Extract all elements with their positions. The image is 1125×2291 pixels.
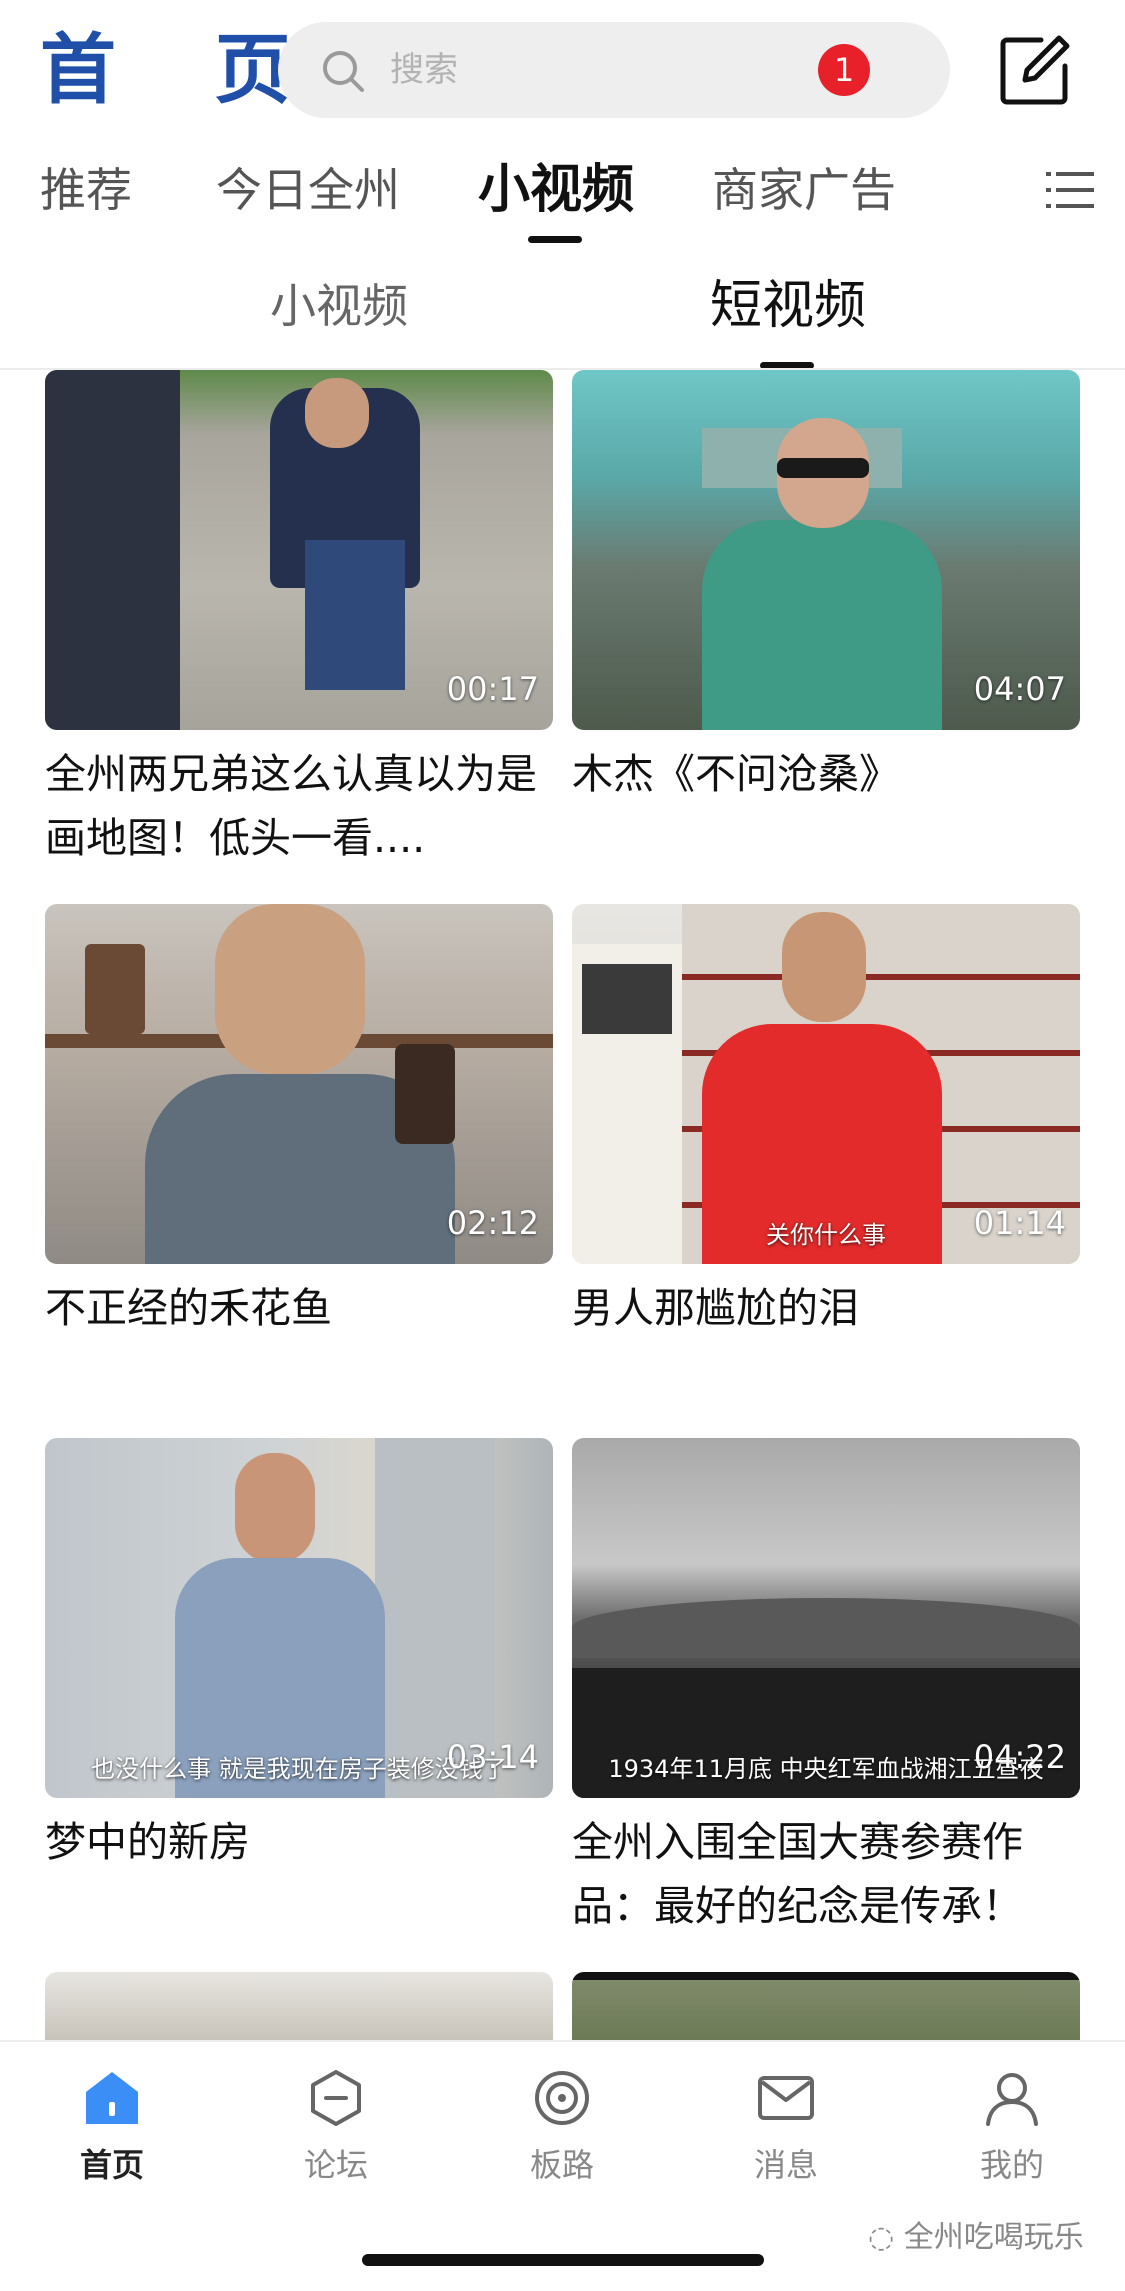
edit-icon[interactable]: [997, 32, 1073, 108]
nav-profile[interactable]: 我的: [942, 2068, 1082, 2186]
nav-home[interactable]: 首页: [42, 2068, 182, 2186]
nav-label: 首页: [79, 2146, 144, 2184]
nav-messages[interactable]: 消息: [716, 2068, 856, 2186]
video-card[interactable]: 1934年11月底 中央红军血战湘江五昼夜 04:22 全州入围全国大赛参赛作品…: [572, 1438, 1080, 1938]
subtab-short-video[interactable]: 短视频: [710, 268, 866, 344]
profile-icon: [986, 2073, 1038, 2126]
nav-label: 我的: [979, 2146, 1044, 2184]
wechat-icon: ◌: [868, 2220, 904, 2255]
home-icon: [86, 2072, 138, 2124]
home-indicator: [362, 2254, 764, 2266]
video-duration: 04:07: [973, 670, 1066, 708]
video-duration: 02:12: [446, 1204, 539, 1242]
video-title[interactable]: 全州入围全国大赛参赛作品：最好的纪念是传承！: [572, 1810, 1080, 1938]
unread-badge: 1: [818, 44, 870, 96]
video-thumbnail[interactable]: 也没什么事 就是我现在房子装修没钱了 03:14: [45, 1438, 553, 1798]
video-title[interactable]: 全州两兄弟这么认真以为是画地图！低头一看....: [45, 742, 553, 870]
video-duration: 00:17: [446, 670, 539, 708]
tab-recommend[interactable]: 推荐: [40, 150, 132, 230]
video-thumbnail[interactable]: 02:12: [45, 904, 553, 1264]
video-card[interactable]: 00:17 全州两兄弟这么认真以为是画地图！低头一看....: [45, 370, 553, 870]
search-placeholder: 搜索: [390, 50, 458, 90]
video-card[interactable]: 也没什么事 就是我现在房子装修没钱了 03:14 梦中的新房: [45, 1438, 553, 1874]
video-title[interactable]: 梦中的新房: [45, 1810, 553, 1874]
watermark: ◌ 全州吃喝玩乐: [868, 2212, 1084, 2256]
video-duration: 01:14: [973, 1204, 1066, 1242]
video-title[interactable]: 木杰《不问沧桑》: [572, 742, 1080, 806]
video-thumbnail[interactable]: [45, 1972, 553, 2040]
video-card[interactable]: 关你什么事 01:14 男人那尴尬的泪: [572, 904, 1080, 1340]
video-title[interactable]: 男人那尴尬的泪: [572, 1276, 1080, 1340]
menu-icon[interactable]: [1046, 168, 1094, 212]
video-card[interactable]: [572, 1972, 1080, 2040]
subtab-small-video[interactable]: 小视频: [270, 268, 408, 344]
active-tab-indicator: [528, 236, 582, 243]
video-title[interactable]: 不正经的禾花鱼: [45, 1276, 553, 1340]
banlu-icon: [535, 2071, 589, 2125]
nav-forum[interactable]: 论坛: [266, 2068, 406, 2186]
video-duration: 03:14: [446, 1738, 539, 1776]
video-card[interactable]: [45, 1972, 553, 2040]
search-icon: [323, 51, 364, 92]
nav-label: 消息: [753, 2146, 818, 2184]
message-icon: [758, 2076, 814, 2120]
nav-label: 论坛: [303, 2146, 368, 2184]
tab-small-video[interactable]: 小视频: [478, 150, 634, 230]
nav-banlu[interactable]: 板路: [492, 2068, 632, 2186]
tab-merchant-ads[interactable]: 商家广告: [712, 150, 896, 230]
nav-label: 板路: [529, 2146, 594, 2184]
watermark-text: 全州吃喝玩乐: [903, 2220, 1084, 2255]
tab-today-quanzhou[interactable]: 今日全州: [216, 150, 400, 230]
video-thumbnail[interactable]: 关你什么事 01:14: [572, 904, 1080, 1264]
video-card[interactable]: 02:12 不正经的禾花鱼: [45, 904, 553, 1340]
video-card[interactable]: 04:07 木杰《不问沧桑》: [572, 370, 1080, 806]
video-thumbnail[interactable]: 1934年11月底 中央红军血战湘江五昼夜 04:22: [572, 1438, 1080, 1798]
video-thumbnail[interactable]: [572, 1972, 1080, 2040]
forum-icon: [311, 2070, 361, 2126]
video-duration: 04:22: [973, 1738, 1066, 1776]
video-thumbnail[interactable]: 00:17: [45, 370, 553, 730]
video-thumbnail[interactable]: 04:07: [572, 370, 1080, 730]
